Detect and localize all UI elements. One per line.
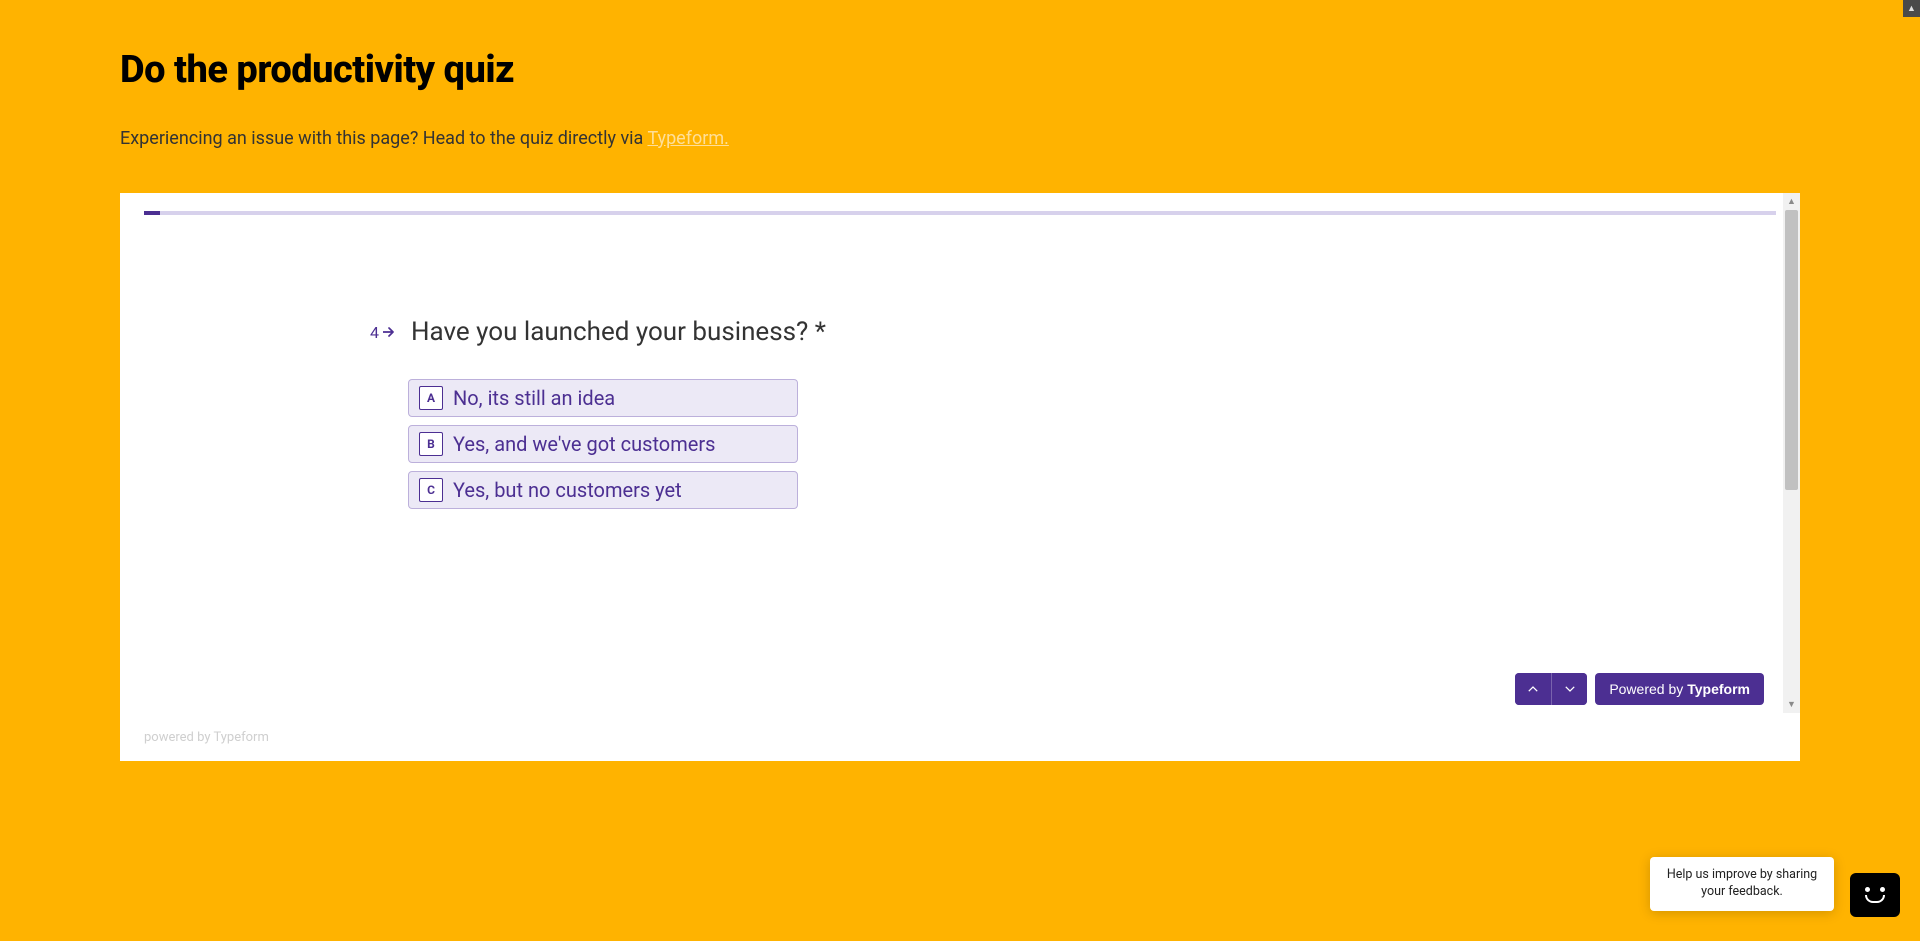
- option-key-badge: B: [419, 432, 443, 456]
- nav-arrows: [1515, 673, 1587, 705]
- page-title: Do the productivity quiz: [120, 48, 1800, 92]
- progress-fill: [144, 211, 160, 215]
- option-key-badge: A: [419, 386, 443, 410]
- issue-line: Experiencing an issue with this page? He…: [120, 128, 1800, 149]
- smiley-icon: [1862, 887, 1888, 903]
- question-number: 4: [370, 317, 395, 342]
- option-label: No, its still an idea: [453, 386, 615, 410]
- prev-question-button[interactable]: [1515, 673, 1551, 705]
- issue-text-prefix: Experiencing an issue with this page? He…: [120, 128, 647, 149]
- chevron-up-icon: [1526, 682, 1540, 696]
- feedback-tooltip: Help us improve by sharing your feedback…: [1650, 857, 1834, 911]
- question-text: Have you launched your business? *: [411, 317, 826, 347]
- embed-scrollbar[interactable]: ▲ ▼: [1783, 193, 1800, 713]
- chat-widget-button[interactable]: [1850, 873, 1900, 917]
- scroll-down-arrow-icon[interactable]: ▼: [1783, 696, 1800, 713]
- option-key-badge: C: [419, 478, 443, 502]
- page-scroll-up-icon[interactable]: ▲: [1903, 0, 1920, 17]
- scroll-track[interactable]: [1783, 210, 1800, 696]
- scroll-up-arrow-icon[interactable]: ▲: [1783, 193, 1800, 210]
- options-list: A No, its still an idea B Yes, and we've…: [408, 379, 798, 509]
- option-b[interactable]: B Yes, and we've got customers: [408, 425, 798, 463]
- scroll-thumb[interactable]: [1785, 210, 1798, 490]
- question-number-value: 4: [370, 323, 379, 342]
- powered-by-brand: Typeform: [1687, 681, 1750, 697]
- powered-by-prefix: Powered by: [1609, 681, 1683, 697]
- typeform-link[interactable]: Typeform.: [647, 128, 728, 149]
- typeform-embed: 4 Have you launched your business? * A N…: [120, 193, 1800, 761]
- arrow-right-icon: [383, 325, 395, 341]
- option-a[interactable]: A No, its still an idea: [408, 379, 798, 417]
- option-label: Yes, and we've got customers: [453, 432, 715, 456]
- chevron-down-icon: [1563, 682, 1577, 696]
- progress-bar: [144, 211, 1776, 215]
- option-c[interactable]: C Yes, but no customers yet: [408, 471, 798, 509]
- footer-powered-by: powered by Typeform: [144, 730, 269, 745]
- next-question-button[interactable]: [1551, 673, 1587, 705]
- option-label: Yes, but no customers yet: [453, 478, 682, 502]
- powered-by-button[interactable]: Powered by Typeform: [1595, 673, 1764, 705]
